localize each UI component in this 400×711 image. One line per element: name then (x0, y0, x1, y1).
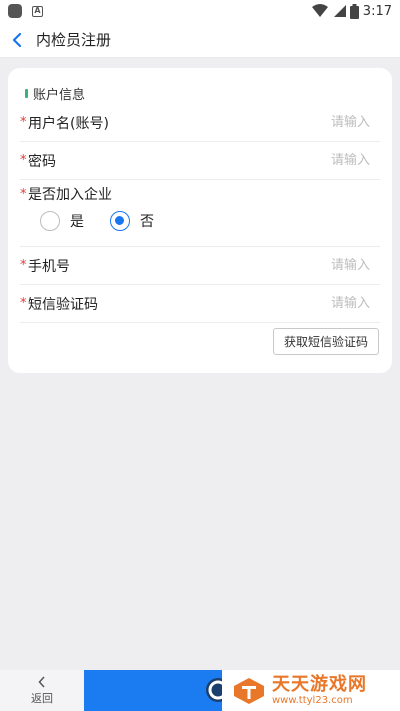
radio-no-label[interactable]: 否 (140, 211, 154, 231)
password-row: * 密码 (20, 142, 380, 180)
radio-yes-label[interactable]: 是 (70, 211, 84, 231)
bottom-back-button[interactable]: 返回 (0, 670, 84, 711)
required-mark: * (20, 258, 27, 273)
section-title-label: 账户信息 (33, 88, 86, 103)
radio-checked-icon[interactable] (110, 211, 130, 231)
watermark-logo-icon (234, 677, 264, 704)
radio-option-no[interactable]: 否 (110, 211, 154, 231)
username-row: * 用户名(账号) (20, 104, 380, 142)
back-button[interactable] (0, 22, 34, 58)
required-mark: * (20, 153, 27, 168)
sms-code-row: * 短信验证码 (20, 285, 380, 323)
battery-icon (349, 3, 359, 19)
signal-icon (332, 4, 346, 18)
get-sms-code-button[interactable]: 获取短信验证码 (272, 328, 379, 355)
watermark-name: 天天游戏网 (272, 673, 367, 695)
section-marker (25, 89, 28, 98)
bottom-bar: 返回 天天游戏网 www.ttyl23.com (0, 670, 400, 711)
submit-button[interactable] (84, 670, 222, 711)
chevron-left-icon (12, 32, 22, 47)
phone-input[interactable] (230, 258, 380, 273)
account-info-card: 账户信息 * 用户名(账号) * 密码 * 是否加入企业 是 否 * 手机号 (8, 68, 392, 373)
app-bar: 内检员注册 (0, 22, 400, 58)
join-company-label: 是否加入企业 (28, 187, 112, 203)
required-mark: * (20, 296, 27, 311)
phone-label: 手机号 (28, 258, 70, 275)
status-bar: A 3:17 (0, 0, 400, 22)
chevron-left-icon (38, 675, 45, 688)
section-title: 账户信息 (25, 84, 85, 103)
wifi-icon (311, 4, 328, 18)
phone-row: * 手机号 (20, 247, 380, 285)
app-notification-icon: A (32, 5, 43, 17)
password-input[interactable] (230, 153, 380, 168)
page-title: 内检员注册 (36, 31, 112, 49)
radio-option-yes[interactable]: 是 (40, 211, 84, 231)
required-mark: * (20, 186, 27, 202)
radio-unchecked-icon[interactable] (40, 211, 60, 231)
sms-code-label: 短信验证码 (28, 296, 98, 313)
required-mark: * (20, 115, 27, 130)
join-company-group: * 是否加入企业 是 否 (20, 181, 380, 247)
username-input[interactable] (230, 115, 380, 130)
notification-icon (8, 4, 22, 18)
bottom-back-label: 返回 (31, 691, 53, 705)
status-time: 3:17 (362, 3, 392, 19)
username-label: 用户名(账号) (28, 115, 109, 132)
password-label: 密码 (28, 153, 56, 170)
watermark-url: www.ttyl23.com (272, 694, 353, 706)
sms-code-input[interactable] (230, 296, 380, 311)
watermark: 天天游戏网 www.ttyl23.com (222, 670, 400, 711)
